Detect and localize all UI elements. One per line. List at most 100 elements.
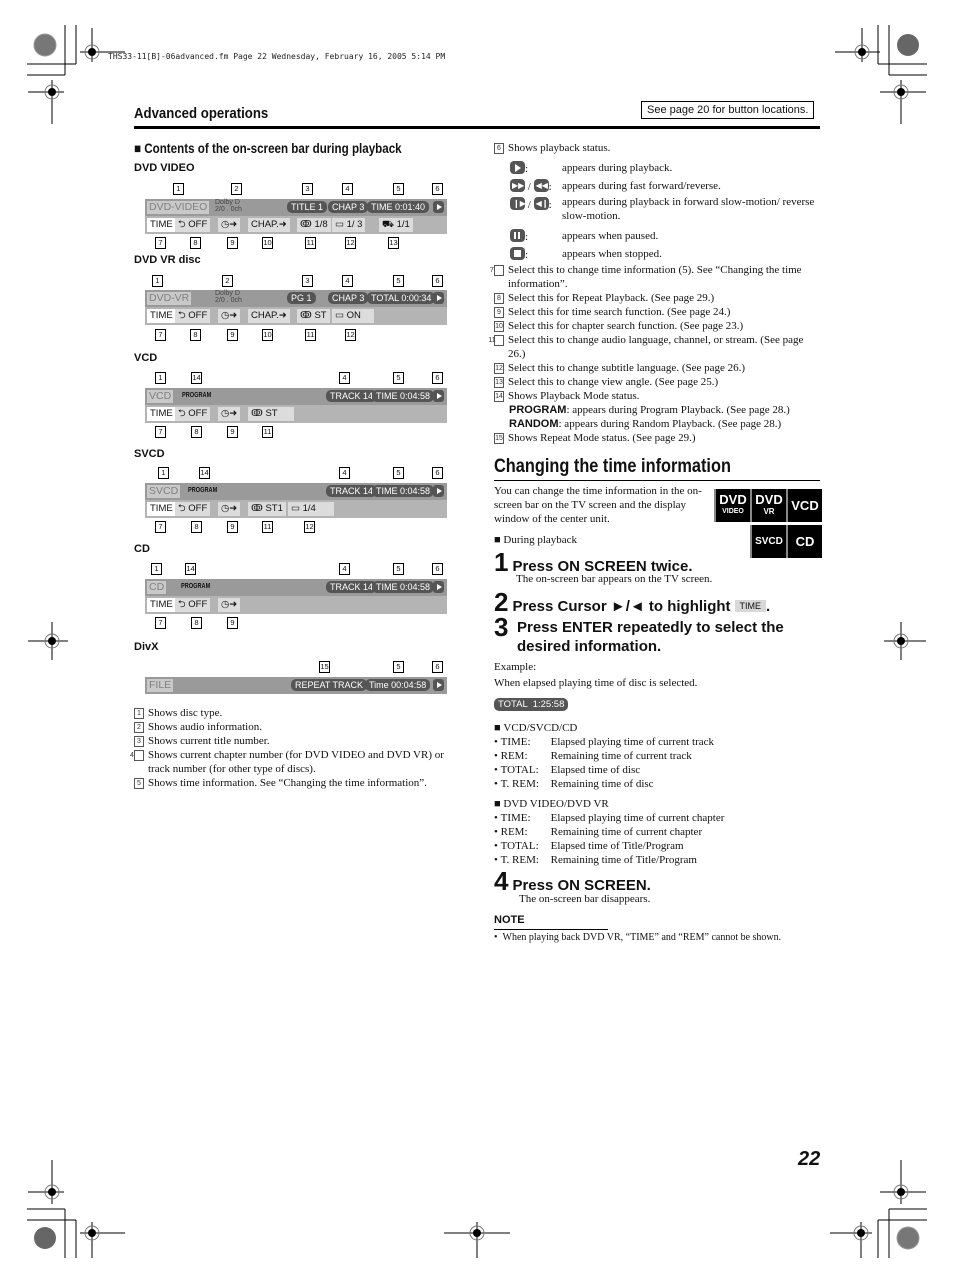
label-divx: DivX <box>134 641 159 653</box>
desc-item: 3 Shows current title number. <box>134 734 464 748</box>
callout: 1 <box>152 275 163 287</box>
time-search-cell[interactable]: ◷➜ <box>218 218 241 232</box>
badge-dvd-video: DVD VIDEO <box>714 489 750 522</box>
track-number: TRACK 14 <box>326 390 378 402</box>
callout: 6 <box>432 563 443 575</box>
track-number: TRACK 14 <box>326 581 378 593</box>
onscreen-bar-divx: 15 5 6 FILE REPEAT TRACK Time 00:04:58 <box>145 661 447 696</box>
pause-icon <box>510 228 525 242</box>
during-playback: ■ During playback <box>494 534 578 546</box>
play-status-icon <box>433 201 444 213</box>
callout: 4 <box>342 183 353 195</box>
note-text: • When playing back DVD VR, “TIME” and “… <box>494 932 782 943</box>
callout: 6 <box>432 372 443 384</box>
desc-item: 7 Select this to change time information … <box>490 264 802 290</box>
chapter-search-cell[interactable]: CHAP.➜ <box>248 309 290 323</box>
desc-item: 14 Shows Playback Mode status. <box>494 390 640 402</box>
callout: 5 <box>393 563 404 575</box>
desc-item: 2 Shows audio information. <box>134 720 464 734</box>
list-item: • TOTAL: Elapsed time of disc <box>494 764 641 776</box>
callout: 8 <box>191 521 202 533</box>
desc-item: 4 Shows current chapter number (for DVD V… <box>130 749 444 775</box>
audio-cell[interactable]: ↂ ST <box>297 309 330 323</box>
callout: 6 <box>432 275 443 287</box>
angle-cell[interactable]: ⛟ 1/1 <box>379 218 413 232</box>
disc-type: CD <box>147 581 167 594</box>
callout: 1 <box>151 563 162 575</box>
play-status-icon <box>433 390 444 402</box>
time-cell[interactable]: TIME <box>147 309 176 323</box>
callout: 4 <box>339 372 350 384</box>
disc-type: VCD <box>147 390 174 403</box>
audio-cell[interactable]: ↂ 1/8 <box>297 218 331 232</box>
divider <box>494 480 820 481</box>
audio-cell[interactable]: ↂ ST1 <box>248 502 286 516</box>
chapter-number: CHAP 3 <box>328 292 369 304</box>
status-item-fast: ▶▶ / ◀◀: appears during fast forward/rev… <box>510 178 721 193</box>
play-status-icon <box>433 581 444 593</box>
callout: 15 <box>319 661 330 673</box>
time-cell[interactable]: TIME <box>147 502 176 516</box>
callout: 5 <box>393 275 404 287</box>
status-item-pause: : appears when paused. <box>510 227 820 245</box>
time-search-cell[interactable]: ◷➜ <box>218 309 241 323</box>
square-bullet-icon: ■ <box>494 534 504 546</box>
changing-intro: You can change the time information in t… <box>494 485 702 525</box>
callout: 8 <box>190 237 201 249</box>
status-item-slow: ❙▶ / ◀❙: appears during playback in forw… <box>510 195 820 225</box>
repeat-mode: REPEAT TRACK <box>291 679 368 691</box>
desc-item: 11 Select this to change audio language, … <box>488 334 804 360</box>
repeat-cell[interactable]: ⮌ OFF <box>175 407 211 421</box>
callout: 12 <box>345 237 356 249</box>
list-item: • REM: Remaining time of current chapter <box>494 826 703 838</box>
slow-forward-icon: ❙▶ <box>510 197 526 210</box>
time-cell[interactable]: TIME <box>147 598 176 612</box>
desc-item: 15 Shows Repeat Mode status. (See page 29… <box>494 432 696 444</box>
repeat-cell[interactable]: ⮌ OFF <box>175 598 211 612</box>
repeat-cell[interactable]: ⮌ OFF <box>175 502 211 516</box>
time-info: TIME 0:04:58 <box>372 581 435 593</box>
step-3: 3 Press ENTER repeatedly to select the d… <box>494 612 784 655</box>
time-cell[interactable]: TIME <box>147 407 176 421</box>
subtitle-cell[interactable]: ▭ ON <box>332 309 374 323</box>
play-status-icon <box>433 485 444 497</box>
audio-info: Dolby D 2/0 . 0ch <box>215 199 242 213</box>
note-rule <box>494 929 608 930</box>
repeat-cell[interactable]: ⮌ OFF <box>175 218 211 232</box>
step-4: 4 Press ON SCREEN. <box>494 866 651 896</box>
time-search-cell[interactable]: ◷➜ <box>218 407 241 421</box>
desc-item: 9 Select this for time search function. (… <box>494 305 820 319</box>
slow-reverse-icon: ◀❙ <box>533 197 549 210</box>
list-item: • T. REM: Remaining time of disc <box>494 778 654 790</box>
callout: 11 <box>305 329 316 341</box>
callout: 3 <box>302 275 313 287</box>
subtitle-cell[interactable]: ▭ 1/4 <box>288 502 334 516</box>
callout: 8 <box>190 329 201 341</box>
contents-heading: ■ Contents of the on-screen bar during p… <box>134 141 402 156</box>
label-dvd-video: DVD VIDEO <box>134 162 195 174</box>
mode-random: RANDOM: appears during Random Playback. … <box>509 418 782 430</box>
audio-cell[interactable]: ↂ ST <box>248 407 294 421</box>
example-label: Example: <box>494 661 537 673</box>
right-descriptions: 6 Shows playback status. : appears during… <box>488 141 820 445</box>
subtitle-cell[interactable]: ▭ 1/ 3 <box>332 218 366 232</box>
onscreen-bar-dvd-vr: 1 2 3 4 5 6 DVD-VR Dolby D 2/0 . 0ch PG 1… <box>145 275 447 343</box>
callout: 8 <box>191 426 202 438</box>
repeat-cell[interactable]: ⮌ OFF <box>175 309 211 323</box>
callout: 13 <box>388 237 399 249</box>
time-cell[interactable]: TIME <box>147 218 176 232</box>
desc-item: 12 Select this to change subtitle languag… <box>494 362 746 374</box>
left-descriptions: 1 Shows disc type. 2 Shows audio informati… <box>130 706 464 790</box>
callout: 7 <box>155 521 166 533</box>
desc-item: 10 Select this for chapter search functio… <box>494 320 744 332</box>
callout: 12 <box>304 521 315 533</box>
example-text: When elapsed playing time of disc is sel… <box>494 677 698 689</box>
see-page-box: See page 20 for button locations. <box>641 101 815 119</box>
time-search-cell[interactable]: ◷➜ <box>218 502 241 516</box>
onscreen-bar-dvd-video: 1 2 3 4 5 6 DVD-VIDEO Dolby D 2/0 . 0ch T… <box>145 183 447 251</box>
callout: 1 <box>173 183 184 195</box>
callout: 8 <box>191 617 202 629</box>
chapter-search-cell[interactable]: CHAP.➜ <box>248 218 290 232</box>
time-search-cell[interactable]: ◷➜ <box>218 598 241 612</box>
desc-item: 6 Shows playback status. <box>494 141 820 155</box>
